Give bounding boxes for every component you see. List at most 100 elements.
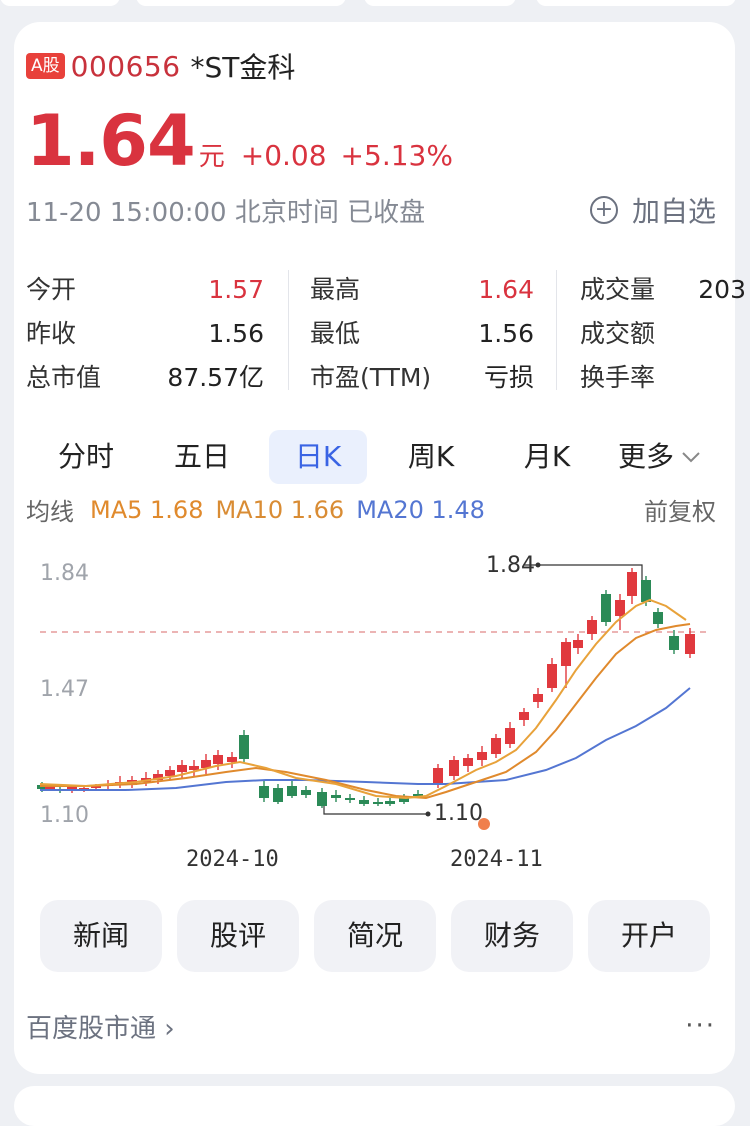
stat-high-value: 1.64	[478, 275, 534, 304]
tab-daily-k[interactable]: 日K	[269, 430, 367, 484]
candle-body	[331, 795, 341, 798]
candlesticks	[37, 568, 695, 808]
tab-weekly-k[interactable]: 周K	[376, 430, 486, 484]
price-change: +0.08	[240, 139, 327, 172]
candle-body	[301, 790, 311, 795]
ma-title: 均线	[26, 498, 74, 526]
candle-body	[317, 792, 327, 806]
stat-volume-value: 203	[698, 275, 746, 304]
news-button[interactable]: 新闻	[40, 900, 162, 972]
event-dot[interactable]	[478, 818, 490, 830]
candle-body	[463, 758, 473, 766]
candle-body	[491, 738, 501, 754]
candle-body	[227, 757, 237, 762]
x-tick-label: 2024-11	[450, 847, 543, 872]
candle-body	[685, 634, 695, 654]
candle-body	[177, 765, 187, 772]
stat-turnover-rate-label: 换手率	[580, 363, 656, 392]
ma20-line	[40, 687, 691, 791]
adjust-mode[interactable]: 前复权	[644, 492, 716, 527]
candle-body	[547, 664, 557, 688]
low-marker-dot	[425, 811, 431, 817]
price-change-pct: +5.13%	[340, 139, 453, 172]
stat-open-label: 今开	[26, 275, 77, 304]
candle-body	[259, 786, 269, 798]
stock-code: 000656	[70, 49, 181, 83]
source-link[interactable]: 百度股市通 ›	[26, 1008, 175, 1045]
tab-more[interactable]: 更多	[610, 430, 710, 484]
candle-body	[213, 755, 223, 764]
stat-mktcap-value: 87.57亿	[167, 363, 264, 392]
next-card	[14, 1086, 735, 1126]
candle-body	[45, 787, 55, 789]
stat-turnover-label: 成交额	[580, 319, 656, 348]
tab-intraday[interactable]: 分时	[26, 430, 146, 484]
divider	[288, 270, 289, 390]
candle-body	[287, 786, 297, 796]
market-timestamp: 11-20 15:00:00 北京时间 已收盘	[26, 197, 426, 228]
candle-body	[385, 801, 395, 804]
x-tick-label: 2024-10	[186, 847, 279, 872]
candle-body	[615, 600, 625, 616]
price-unit: 元	[198, 142, 225, 172]
more-icon[interactable]: ···	[685, 1011, 716, 1041]
y-tick-label: 1.47	[40, 677, 89, 702]
ma-legend: 均线 MA5 1.68 MA10 1.66 MA20 1.48 前复权	[26, 492, 716, 527]
candle-body	[561, 642, 571, 666]
candle-body	[601, 594, 611, 622]
time-row: 11-20 15:00:00 北京时间 已收盘 + 加自选	[26, 190, 716, 230]
stat-prevclose-label: 昨收	[26, 319, 77, 348]
ma20-label: MA20 1.48	[356, 495, 485, 524]
candle-body	[573, 640, 583, 648]
review-button[interactable]: 股评	[177, 900, 299, 972]
stock-header: A股 000656 *ST金科	[26, 46, 295, 86]
y-tick-label: 1.84	[40, 561, 89, 586]
candle-body	[653, 612, 663, 624]
divider	[556, 270, 557, 390]
high-marker-label: 1.84	[486, 553, 535, 578]
high-marker-line	[524, 564, 643, 590]
candle-body	[641, 580, 651, 602]
stat-pe-value: 亏损	[483, 363, 534, 392]
tab-five-day[interactable]: 五日	[142, 430, 262, 484]
footer: 百度股市通 › ···	[26, 1004, 716, 1048]
add-watchlist-label: 加自选	[631, 195, 716, 228]
candle-body	[273, 788, 283, 802]
kline-chart[interactable]: 1.84 1.47 1.10 1.84 1.10 2024-10 2024-11	[26, 540, 726, 880]
stat-prevclose-value: 1.56	[208, 319, 264, 348]
stat-pe-label: 市盈(TTM)	[310, 363, 432, 392]
market-badge: A股	[26, 53, 65, 79]
candle-body	[533, 694, 543, 702]
top-strip	[0, 0, 750, 10]
candle-body	[627, 572, 637, 596]
period-tabs: 分时 五日 日K 周K 月K 更多	[26, 430, 726, 486]
ma10-label: MA10 1.66	[215, 495, 345, 524]
stock-name: *ST金科	[190, 51, 296, 84]
stat-open-value: 1.57	[208, 275, 264, 304]
candle-body	[519, 712, 529, 720]
candle-body	[189, 766, 199, 770]
candle-body	[433, 768, 443, 784]
candle-body	[359, 800, 369, 804]
profile-button[interactable]: 简况	[314, 900, 436, 972]
stat-volume-label: 成交量	[580, 275, 656, 304]
chevron-down-icon	[682, 452, 700, 463]
low-marker-label: 1.10	[434, 801, 483, 826]
finance-button[interactable]: 财务	[451, 900, 573, 972]
stat-low-label: 最低	[310, 319, 361, 348]
current-price: 1.64	[26, 100, 196, 182]
action-buttons: 新闻 股评 简况 财务 开户	[26, 900, 726, 972]
tab-monthly-k[interactable]: 月K	[492, 430, 602, 484]
candle-body	[345, 798, 355, 800]
add-watchlist-button[interactable]: + 加自选	[589, 190, 716, 230]
candle-body	[505, 728, 515, 744]
ma5-label: MA5 1.68	[90, 495, 204, 524]
high-marker-dot	[535, 562, 541, 568]
y-tick-label: 1.10	[40, 803, 89, 828]
price-row: 1.64 元 +0.08 +5.13%	[26, 100, 453, 182]
stat-high-label: 最高	[310, 275, 361, 304]
open-account-button[interactable]: 开户	[588, 900, 710, 972]
stats-grid: 今开 1.57 最高 1.64 成交量 203 昨收 1.56 最低 1.56 …	[26, 270, 750, 400]
candle-body	[373, 802, 383, 804]
candle-body	[449, 760, 459, 776]
